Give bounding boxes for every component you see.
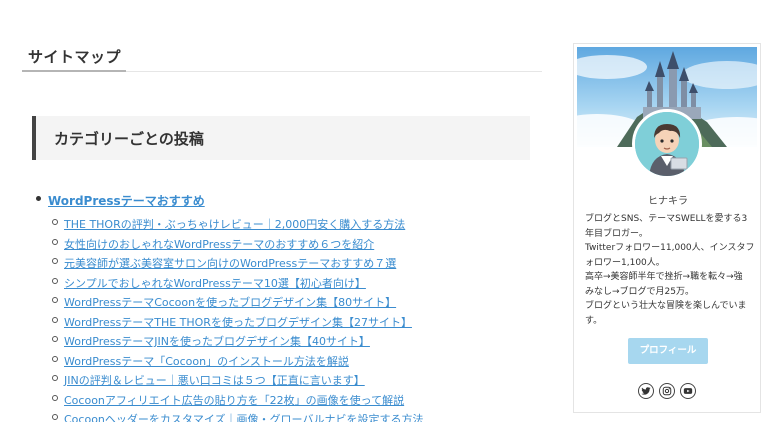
category-list: WordPressテーマおすすめ THE THORの評判・ぶっちゃけレビュー｜2…	[36, 190, 423, 422]
bullet-circle-icon	[52, 219, 58, 225]
bio-line: す。	[585, 315, 603, 326]
post-item: Cocoonアフィリエイト広告の貼り方を「22枚」の画像を使って解説	[52, 389, 423, 409]
post-item: WordPressテーマJINを使ったブログデザイン集【40サイト】	[52, 330, 423, 350]
post-item: Cocoonヘッダーをカスタマイズ｜画像・グローバルナビを設定する方法	[52, 408, 423, 422]
post-link[interactable]: THE THORの評判・ぶっちゃけレビュー｜2,000円安く購入する方法	[64, 218, 405, 231]
post-link[interactable]: 元美容師が選ぶ美容室サロン向けのWordPressテーマおすすめ７選	[64, 257, 396, 270]
post-link[interactable]: WordPressテーマCocoonを使ったブログデザイン集【80サイト】	[64, 296, 396, 309]
bullet-circle-icon	[52, 277, 58, 284]
bullet-circle-icon	[52, 297, 58, 303]
bio-line: 高卒→美容師半年で挫折→職を転々→強	[585, 272, 743, 282]
youtube-icon[interactable]	[680, 383, 696, 399]
post-item: WordPressテーマCocoonを使ったブログデザイン集【80サイト】	[52, 291, 423, 311]
section-heading: カテゴリーごとの投稿	[32, 116, 530, 160]
post-link[interactable]: Cocoonアフィリエイト広告の貼り方を「22枚」の画像を使って解説	[64, 394, 404, 407]
category-link[interactable]: WordPressテーマおすすめ	[48, 194, 205, 208]
bullet-circle-icon	[52, 336, 58, 342]
bullet-circle-icon	[52, 355, 58, 362]
bio-line: ブログという壮大な冒険を楽しんでいま	[585, 301, 747, 311]
post-link[interactable]: Cocoonヘッダーをカスタマイズ｜画像・グローバルナビを設定する方法	[64, 413, 423, 422]
profile-bio: ブログとSNS、テーマSWELLを愛する3 年目ブロガー。 Twitterフォロ…	[585, 212, 755, 328]
post-item: WordPressテーマTHE THORを使ったブログデザイン集【27サイト】	[52, 311, 423, 331]
bio-line: ブログとSNS、テーマSWELLを愛する3	[585, 214, 748, 224]
avatar-illustration	[635, 112, 699, 176]
section-title: カテゴリーごとの投稿	[54, 130, 204, 148]
bullet-circle-icon	[52, 316, 58, 323]
page-title-underline	[22, 70, 126, 72]
bio-line: ォロワー1,100人。	[585, 257, 665, 268]
post-item: シンプルでおしゃれなWordPressテーマ10選【初心者向け】	[52, 272, 423, 292]
post-item: THE THORの評判・ぶっちゃけレビュー｜2,000円安く購入する方法	[52, 213, 423, 233]
bio-line: みなし→ブログで月25万。	[585, 286, 694, 297]
profile-name: ヒナキラ	[648, 196, 688, 207]
profile-button[interactable]: プロフィール	[628, 338, 708, 364]
bullet-circle-icon	[52, 258, 58, 264]
bullet-circle-icon	[52, 238, 58, 245]
post-link[interactable]: WordPressテーマ「Cocoon」のインストール方法を解説	[64, 355, 349, 368]
post-link[interactable]: 女性向けのおしゃれなWordPressテーマのおすすめ６つを紹介	[64, 238, 374, 251]
bio-line: Twitterフォロワー11,000人、インスタフ	[585, 243, 755, 253]
bullet-disc-icon	[36, 196, 41, 201]
post-item: JINの評判＆レビュー｜悪い口コミは５つ【正直に言います】	[52, 369, 423, 389]
post-link[interactable]: シンプルでおしゃれなWordPressテーマ10選【初心者向け】	[64, 277, 366, 290]
category-item: WordPressテーマおすすめ THE THORの評判・ぶっちゃけレビュー｜2…	[36, 190, 423, 422]
social-links	[638, 383, 700, 399]
page-header: サイトマップ	[22, 40, 542, 72]
page-title: サイトマップ	[28, 48, 122, 66]
post-item: WordPressテーマ「Cocoon」のインストール方法を解説	[52, 350, 423, 370]
post-item: 女性向けのおしゃれなWordPressテーマのおすすめ６つを紹介	[52, 233, 423, 253]
post-link[interactable]: WordPressテーマTHE THORを使ったブログデザイン集【27サイト】	[64, 316, 412, 329]
instagram-icon[interactable]	[659, 383, 675, 399]
bullet-circle-icon	[52, 394, 58, 401]
avatar	[632, 109, 702, 179]
post-link[interactable]: JINの評判＆レビュー｜悪い口コミは５つ【正直に言います】	[64, 374, 365, 387]
post-list: THE THORの評判・ぶっちゃけレビュー｜2,000円安く購入する方法 女性向…	[52, 213, 423, 422]
profile-card: ヒナキラ ブログとSNS、テーマSWELLを愛する3 年目ブロガー。 Twitt…	[573, 43, 761, 413]
bio-line: 年目ブロガー。	[585, 228, 648, 239]
post-item: 元美容師が選ぶ美容室サロン向けのWordPressテーマおすすめ７選	[52, 252, 423, 272]
bullet-circle-icon	[52, 375, 58, 381]
bullet-circle-icon	[52, 414, 58, 420]
twitter-icon[interactable]	[638, 383, 654, 399]
post-link[interactable]: WordPressテーマJINを使ったブログデザイン集【40サイト】	[64, 335, 370, 348]
